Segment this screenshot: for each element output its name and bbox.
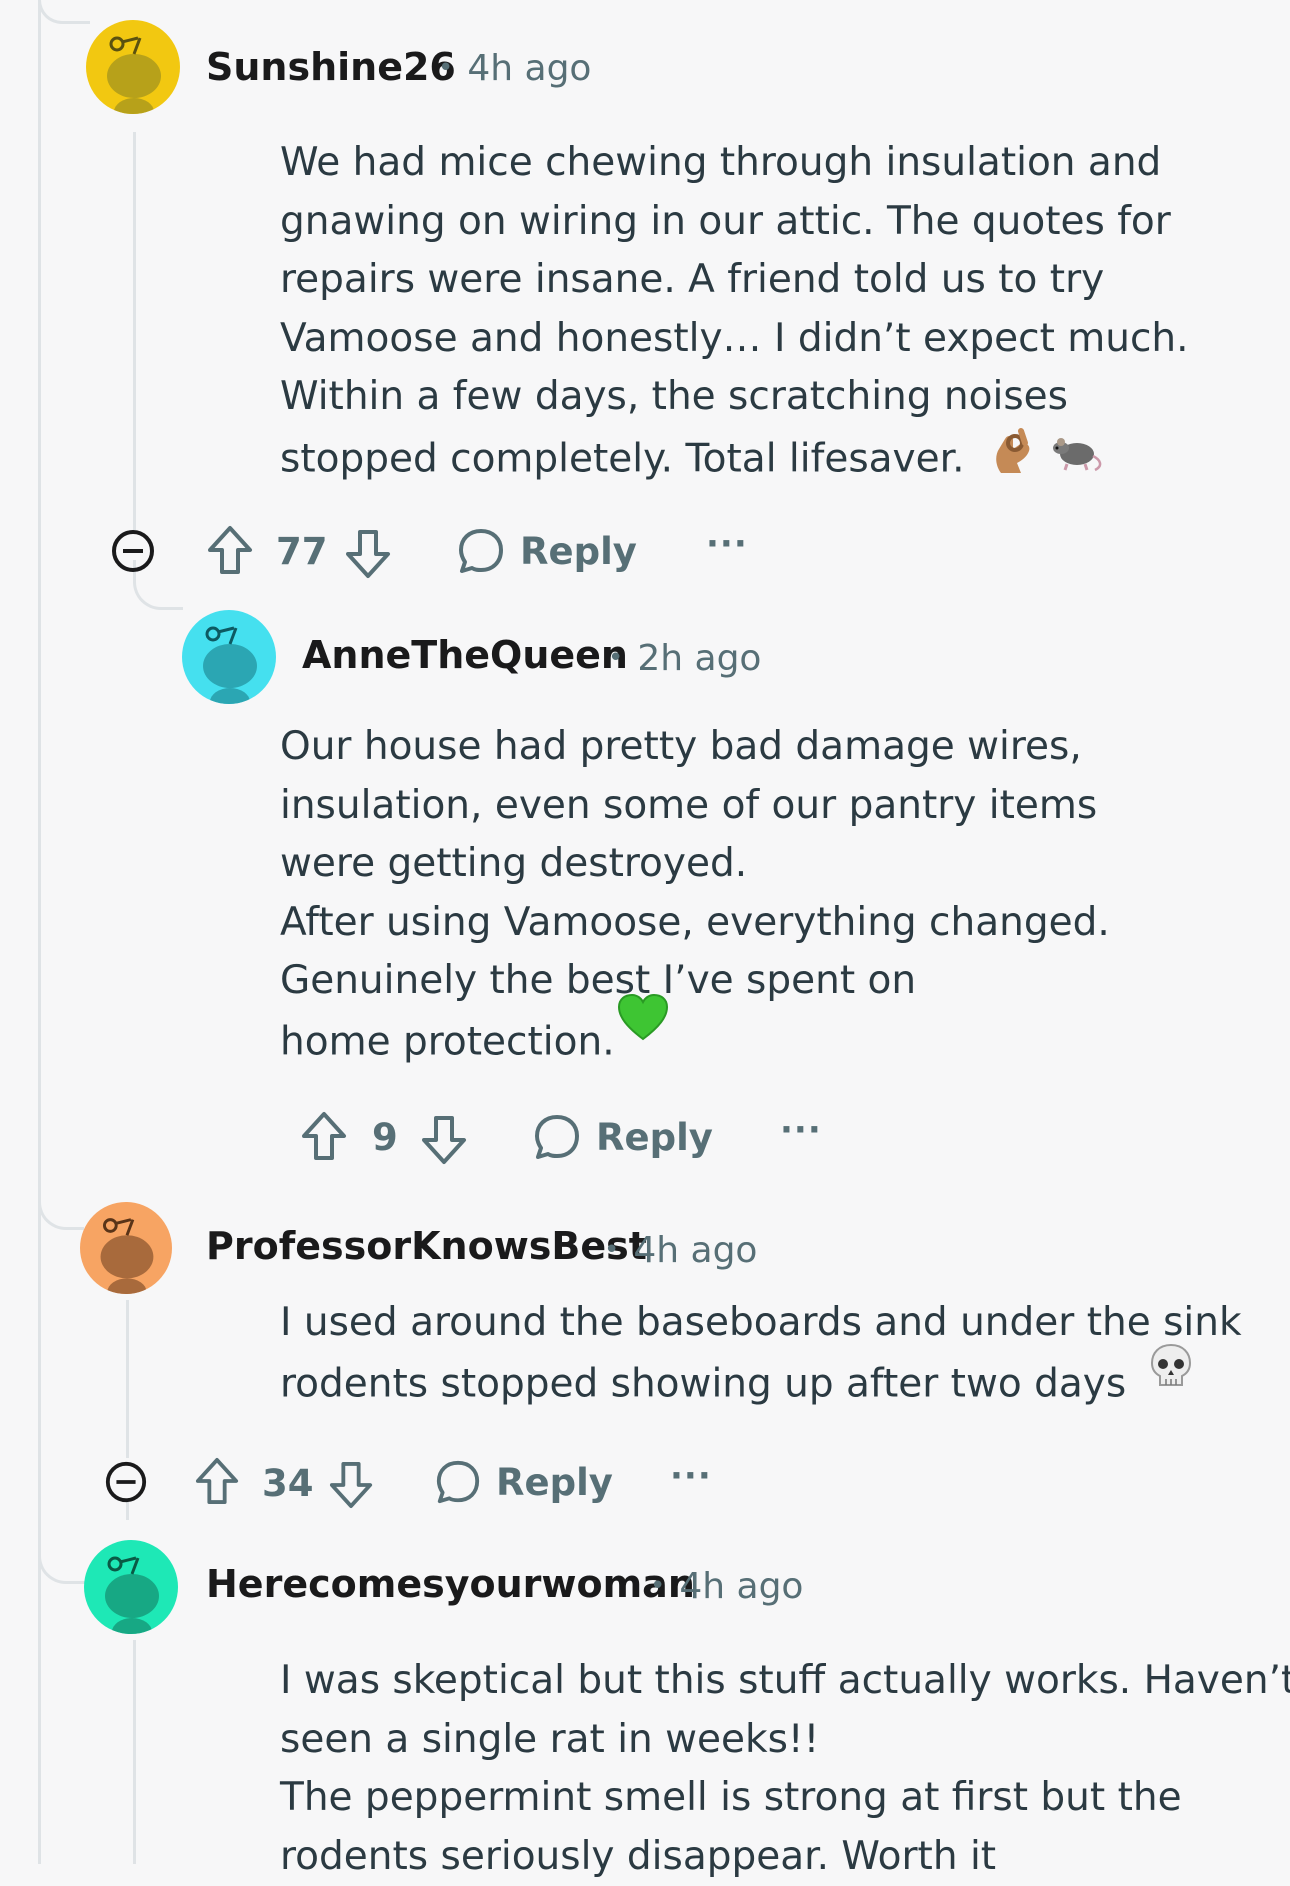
vote-count: 77 (276, 530, 328, 573)
comment-actions: 9 Reply ··· (300, 1108, 820, 1168)
body-line: Within a few days, the scratching noises (280, 368, 1189, 427)
snoo-avatar-icon (182, 610, 276, 704)
downvote-button[interactable] (344, 528, 392, 580)
body-line: gnawing on wiring in our attic. The quot… (280, 193, 1189, 252)
comment-body: We had mice chewing through insulation a… (280, 134, 1189, 494)
thread-line-comment-4 (133, 1640, 136, 1864)
upvote-arrow-icon (194, 1456, 240, 1506)
body-line: Our house had pretty bad damage wires, (280, 718, 1110, 777)
more-options-button[interactable]: ··· (670, 1456, 712, 1496)
body-line: I used around the baseboards and under t… (280, 1294, 1242, 1353)
green-heart-emoji (617, 993, 669, 1059)
separator-dot: • (438, 53, 453, 83)
avatar[interactable] (182, 610, 276, 704)
time-text: 4h ago (467, 48, 591, 89)
snoo-avatar-icon (86, 20, 180, 114)
body-line: After using Vamoose, everything changed. (280, 894, 1110, 953)
collapse-minus-icon (110, 528, 156, 574)
upvote-arrow-icon (300, 1110, 348, 1162)
body-line: insulation, even some of our pantry item… (280, 777, 1110, 836)
skull-emoji (1149, 1343, 1193, 1409)
collapse-button[interactable] (104, 1460, 148, 1504)
body-line-last: rodents stopped showing up after two day… (280, 1353, 1242, 1419)
body-line: repairs were insane. A friend told us to… (280, 251, 1189, 310)
avatar[interactable] (84, 1540, 178, 1634)
body-line-last: stopped completely. Total lifesaver. (280, 427, 1189, 495)
body-line: The peppermint smell is strong at first … (280, 1769, 1290, 1828)
time-text: 4h ago (633, 1230, 757, 1271)
time-text: 4h ago (679, 1566, 803, 1607)
thread-connector (38, 1534, 90, 1584)
body-line: rodents stopped showing up after two day… (280, 1361, 1126, 1406)
vote-count: 34 (262, 1462, 314, 1505)
reply-label: Reply (596, 1116, 713, 1159)
comment-body: Our house had pretty bad damage wires, i… (280, 718, 1110, 1076)
vote-count: 9 (372, 1116, 398, 1159)
comment-timestamp: • 2h ago (608, 638, 761, 679)
username[interactable]: AnneTheQueen (302, 633, 628, 677)
downvote-button[interactable] (420, 1114, 468, 1166)
collapse-button[interactable] (110, 528, 156, 574)
body-line: stopped completely. Total lifesaver. (280, 436, 964, 481)
body-line: rodents seriously disappear. Worth it (280, 1828, 1290, 1886)
body-line: Vamoose and honestly… I didn’t expect mu… (280, 310, 1189, 369)
thread-connector (38, 0, 90, 24)
ok-hand-emoji (991, 427, 1037, 495)
more-options-button[interactable]: ··· (706, 524, 748, 564)
username[interactable]: Sunshine26 (206, 45, 456, 89)
separator-dot: • (608, 643, 623, 673)
comment-body: I used around the baseboards and under t… (280, 1294, 1242, 1418)
thread-connector (38, 1180, 84, 1230)
downvote-button[interactable] (328, 1460, 374, 1510)
comment-bubble-icon (456, 526, 506, 576)
reply-label: Reply (496, 1461, 613, 1504)
avatar[interactable] (80, 1202, 172, 1294)
thread-line-root (38, 0, 41, 1864)
comment-actions: 34 Reply ··· (104, 1452, 724, 1512)
downvote-arrow-icon (344, 528, 392, 580)
reply-button[interactable]: Reply (456, 526, 637, 576)
body-line: were getting destroyed. (280, 835, 1110, 894)
comment-actions: 77 Reply ··· (110, 520, 770, 580)
reply-label: Reply (520, 530, 637, 573)
thread-line-comment-3 (126, 1300, 129, 1458)
body-line-last: home protection. (280, 1011, 1110, 1077)
rat-emoji (1049, 430, 1105, 492)
upvote-button[interactable] (206, 524, 254, 576)
body-line: seen a single rat in weeks!! (280, 1711, 1290, 1770)
comment-bubble-icon (434, 1458, 482, 1506)
username[interactable]: ProfessorKnowsBest (206, 1224, 647, 1268)
thread-line-comment-1 (133, 132, 136, 530)
snoo-avatar-icon (84, 1540, 178, 1634)
comment-timestamp: • 4h ago (604, 1230, 757, 1271)
separator-dot: • (604, 1235, 619, 1265)
body-line: I was skeptical but this stuff actually … (280, 1652, 1290, 1711)
comment-bubble-icon (532, 1112, 582, 1162)
downvote-arrow-icon (328, 1460, 374, 1510)
snoo-avatar-icon (80, 1202, 172, 1294)
reply-button[interactable]: Reply (532, 1112, 713, 1162)
reply-button[interactable]: Reply (434, 1458, 613, 1506)
separator-dot: • (650, 1571, 665, 1601)
body-line: We had mice chewing through insulation a… (280, 134, 1189, 193)
time-text: 2h ago (637, 638, 761, 679)
avatar[interactable] (86, 20, 180, 114)
comment-body: I was skeptical but this stuff actually … (280, 1652, 1290, 1886)
downvote-arrow-icon (420, 1114, 468, 1166)
comment-timestamp: • 4h ago (438, 48, 591, 89)
upvote-button[interactable] (194, 1456, 240, 1506)
upvote-arrow-icon (206, 524, 254, 576)
collapse-minus-icon (104, 1460, 148, 1504)
comment-timestamp: • 4h ago (650, 1566, 803, 1607)
upvote-button[interactable] (300, 1110, 348, 1162)
username[interactable]: Herecomesyourwoman (206, 1562, 695, 1606)
more-options-button[interactable]: ··· (780, 1110, 822, 1150)
body-line: Genuinely the best I’ve spent on (280, 952, 1110, 1011)
body-line: home protection. (280, 1019, 615, 1064)
